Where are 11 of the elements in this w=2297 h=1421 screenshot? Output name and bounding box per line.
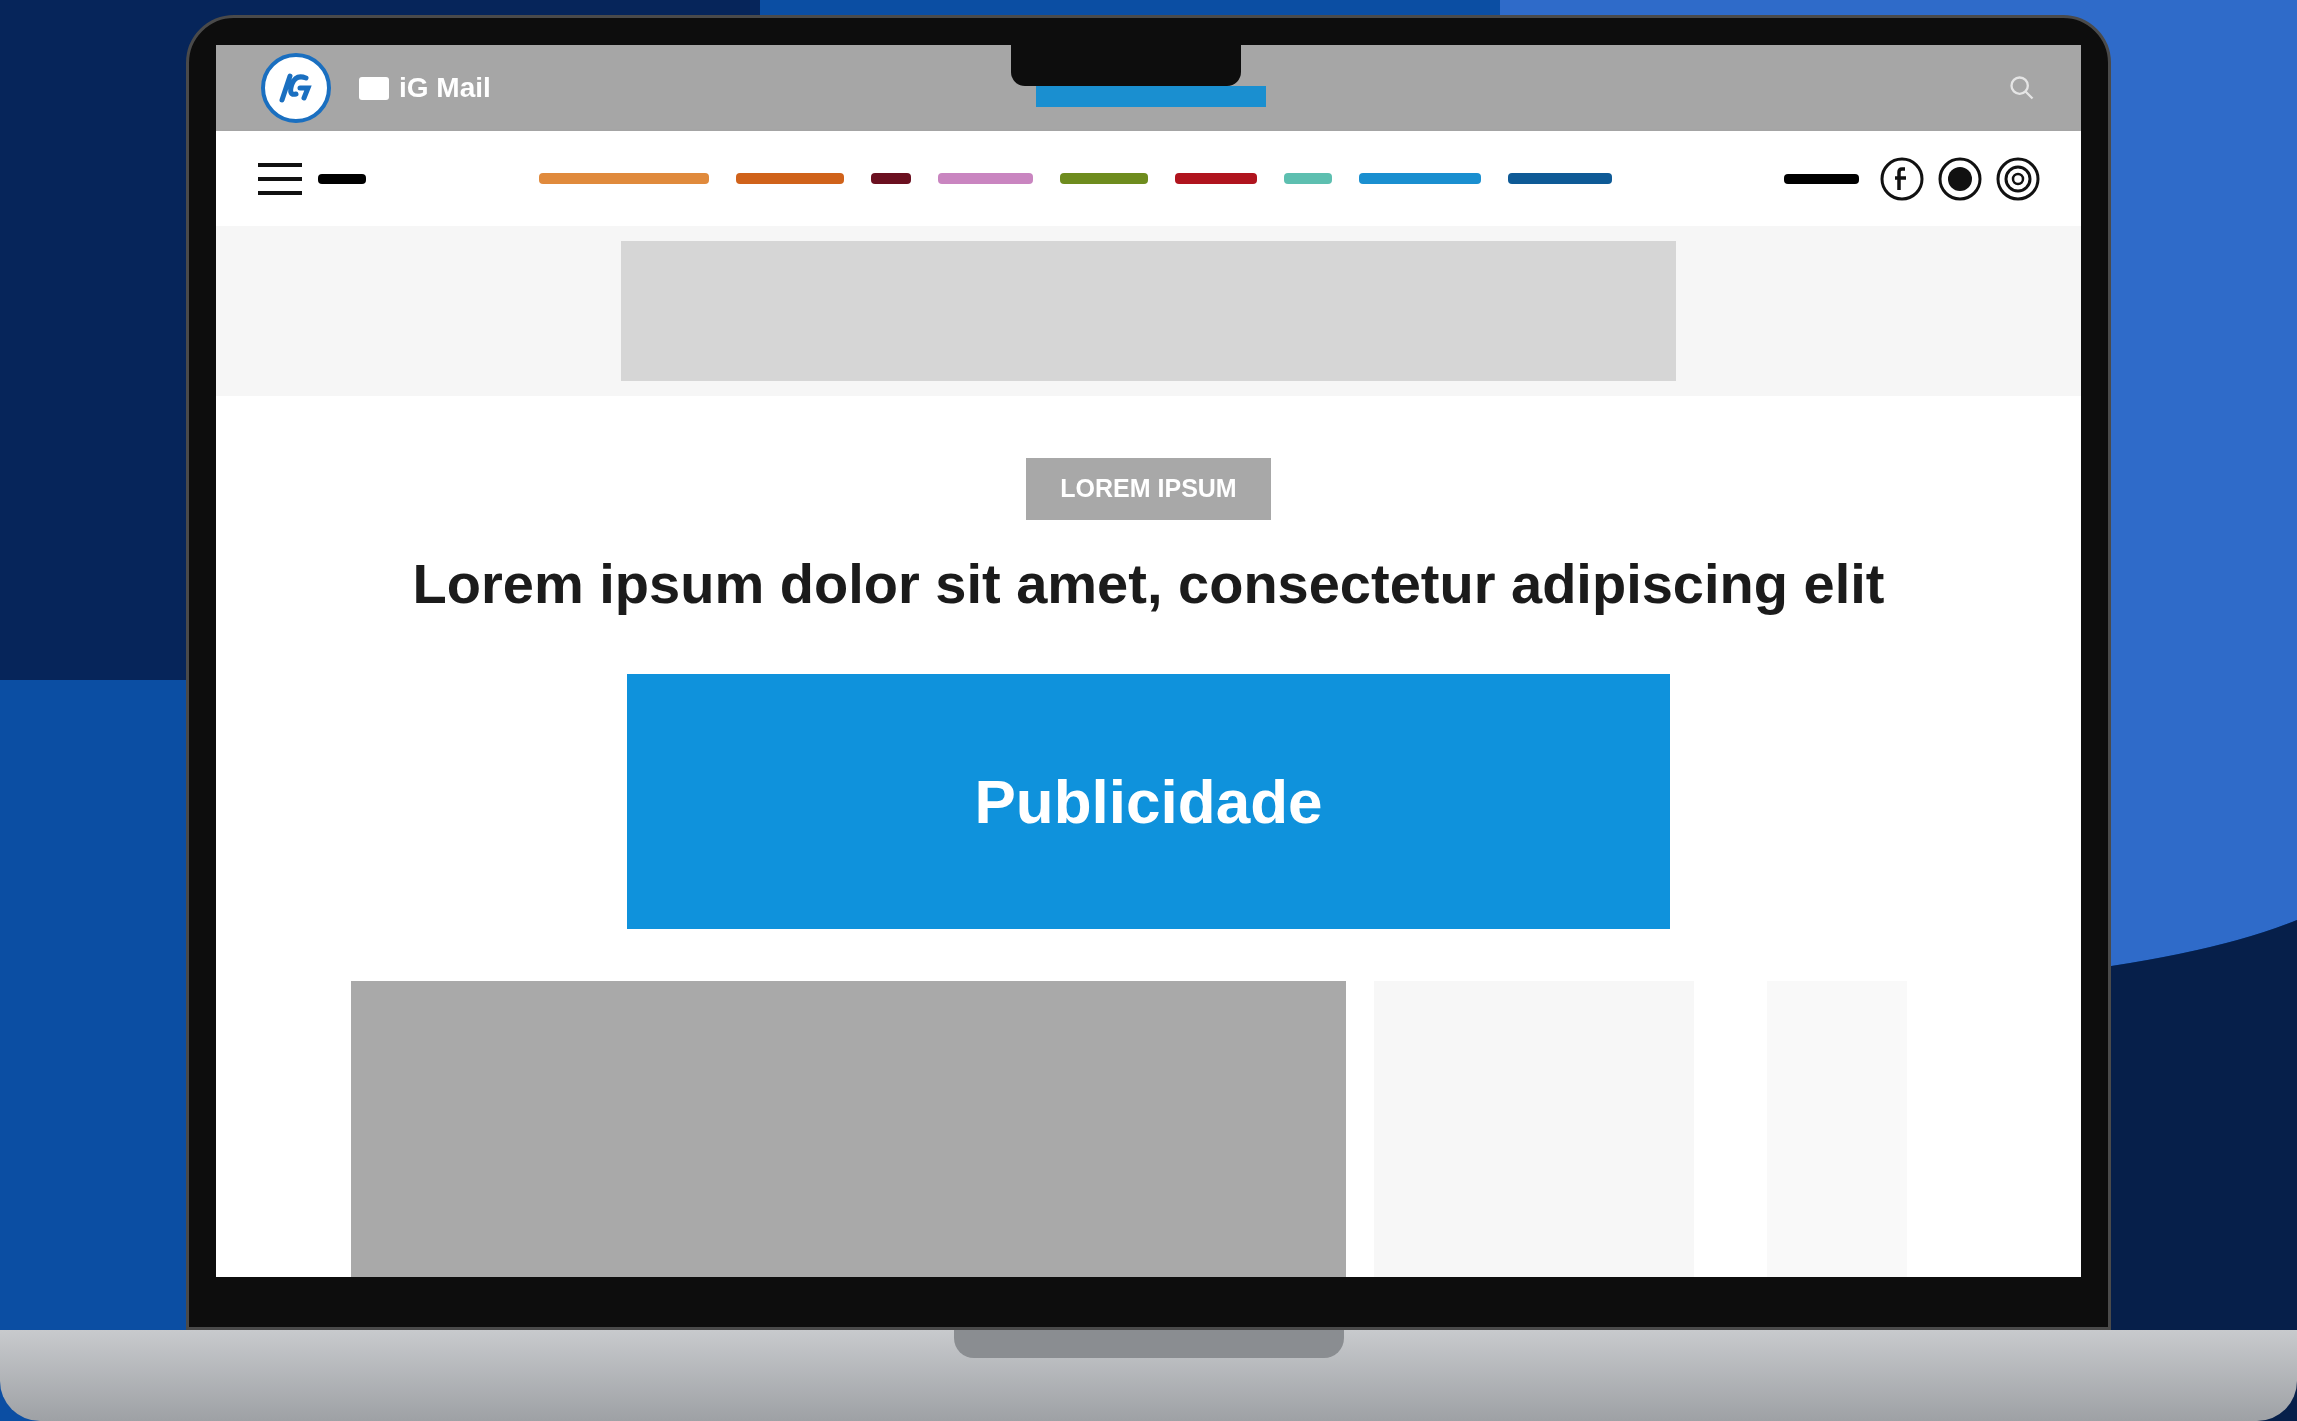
- brand-mark: [318, 173, 366, 184]
- category-tag[interactable]: LOREM IPSUM: [1026, 458, 1271, 520]
- mail-icon: [359, 76, 389, 100]
- ad-label: Publicidade: [974, 765, 1323, 838]
- headline: Lorem ipsum dolor sit amet, consectetur adipiscing elit: [412, 550, 1885, 617]
- search-icon[interactable]: [2008, 74, 2036, 102]
- menu-icon[interactable]: [256, 160, 304, 197]
- facebook-icon[interactable]: [1879, 155, 1925, 202]
- mail-link[interactable]: iG Mail: [399, 67, 491, 109]
- category-link[interactable]: [870, 173, 911, 184]
- account-link[interactable]: [1784, 173, 1859, 184]
